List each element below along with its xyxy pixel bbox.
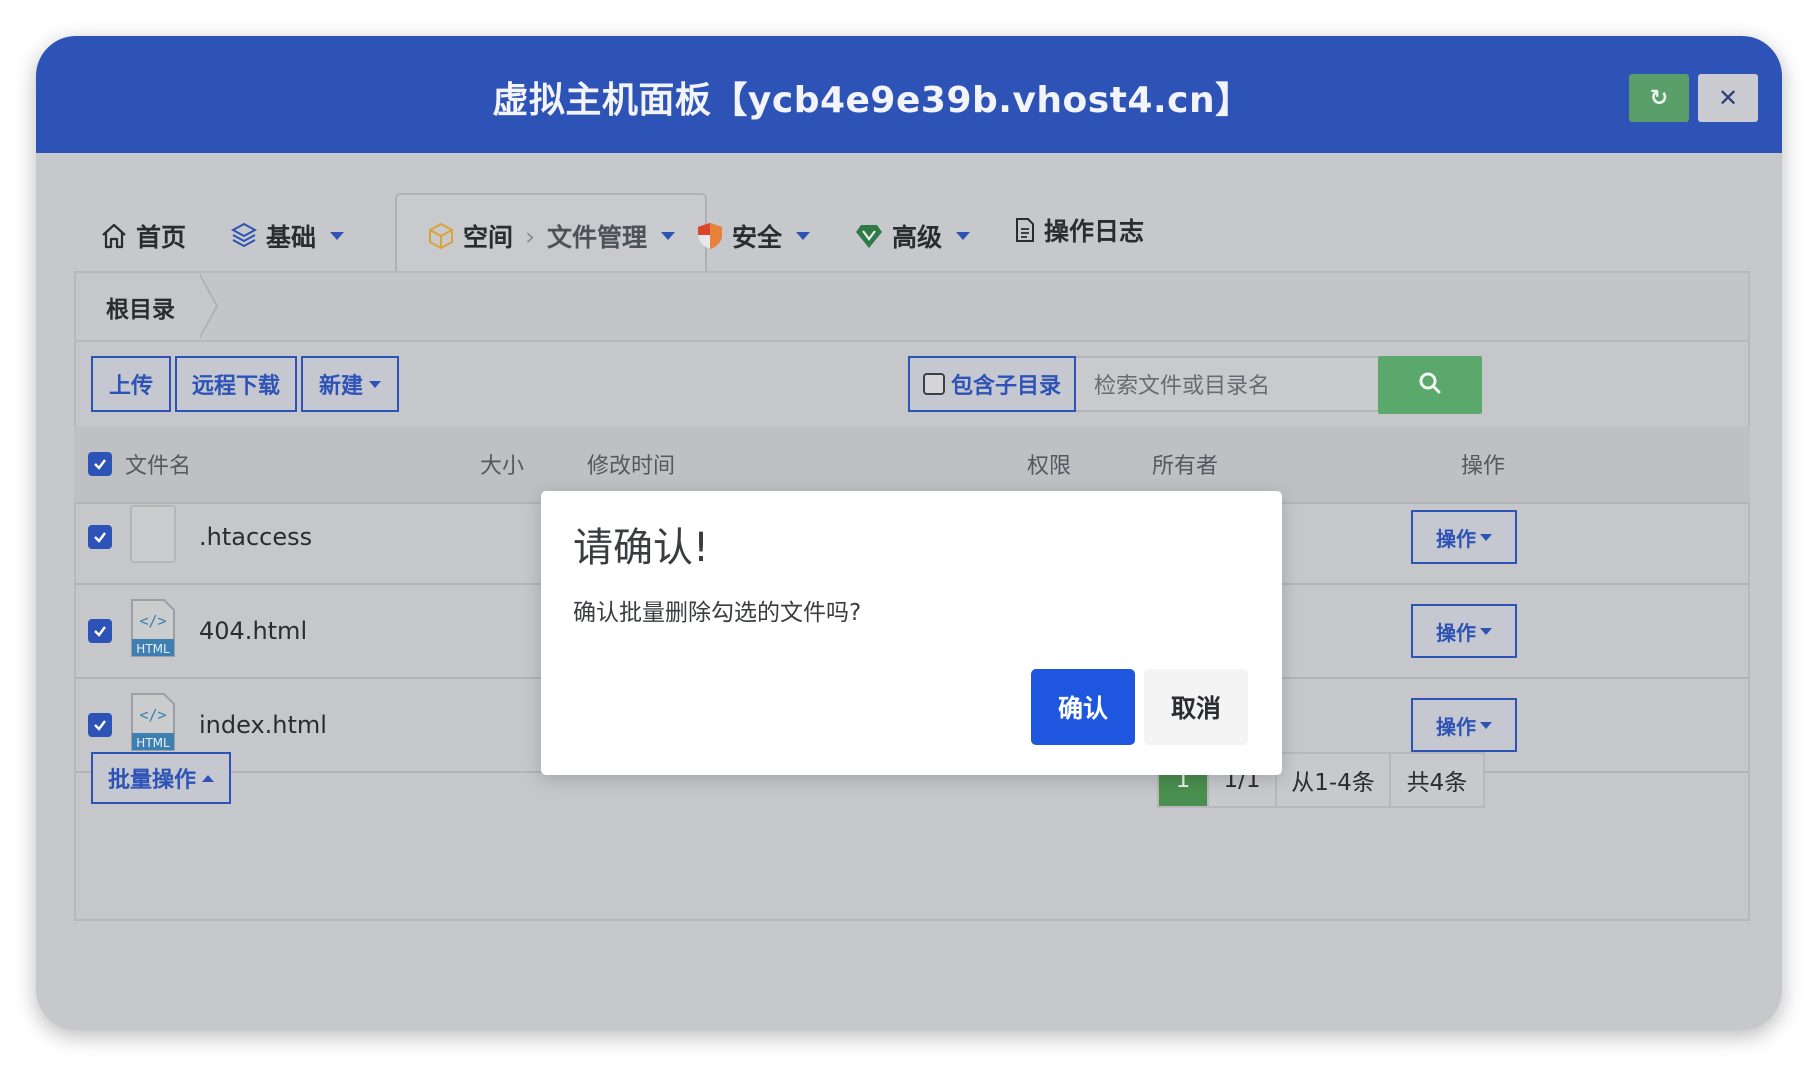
chevron-down-icon xyxy=(1480,627,1492,635)
search-input[interactable]: 检索文件或目录名 xyxy=(1076,356,1380,412)
dialog-message: 确认批量删除勾选的文件吗? xyxy=(573,600,862,626)
document-icon xyxy=(1014,217,1036,243)
file-name[interactable]: .htaccess xyxy=(199,491,312,583)
tab-advanced-label: 高级 xyxy=(892,223,943,252)
row-actions-label: 操作 xyxy=(1436,714,1476,739)
tab-basic-label: 基础 xyxy=(266,223,317,252)
chevron-down-icon xyxy=(661,232,676,240)
html-file-icon: </> HTML xyxy=(130,598,176,664)
html-badge: HTML xyxy=(136,642,170,656)
confirm-dialog: 请确认! 确认批量删除勾选的文件吗? 确认 取消 xyxy=(541,491,1282,775)
include-subdirs-checkbox[interactable] xyxy=(922,373,945,395)
chevron-down-icon xyxy=(1480,721,1492,729)
chevron-down-icon xyxy=(796,232,811,240)
diamond-icon xyxy=(854,222,884,250)
close-icon: ✕ xyxy=(1717,84,1739,112)
search-button[interactable] xyxy=(1378,356,1482,414)
breadcrumb-separator: › xyxy=(525,221,536,251)
row-actions-label: 操作 xyxy=(1436,620,1476,645)
tab-operation-log-label: 操作日志 xyxy=(1044,217,1145,246)
batch-operations-label: 批量操作 xyxy=(107,768,196,793)
row-actions-label: 操作 xyxy=(1436,526,1476,551)
include-subdirs-label: 包含子目录 xyxy=(950,374,1061,399)
tab-security-label: 安全 xyxy=(732,223,783,252)
tab-basic[interactable]: 基础 xyxy=(230,194,345,278)
file-name[interactable]: 404.html xyxy=(199,585,307,677)
html-code-glyph: </> xyxy=(139,706,166,724)
confirm-button[interactable]: 确认 xyxy=(1031,669,1135,745)
row-actions-button[interactable]: 操作 xyxy=(1411,604,1517,658)
html-badge: HTML xyxy=(136,736,170,750)
chevron-down-icon xyxy=(956,232,971,240)
refresh-button[interactable]: ↻ xyxy=(1629,74,1689,122)
new-button-label: 新建 xyxy=(318,374,363,399)
page-range: 从1-4条 xyxy=(1277,754,1391,806)
nav-tabs: 首页 基础 空间 › 文件管理 安全 高级 操作日志 xyxy=(74,193,1750,280)
row-checkbox[interactable] xyxy=(88,525,112,549)
breadcrumb-root[interactable]: 根目录 xyxy=(76,273,205,340)
row-checkbox[interactable] xyxy=(88,713,112,737)
chevron-up-icon xyxy=(202,774,214,782)
tab-home-label: 首页 xyxy=(136,223,187,252)
shield-icon xyxy=(696,221,724,251)
title-bar: 虚拟主机面板【ycb4e9e39b.vhost4.cn】 ↻ ✕ xyxy=(36,36,1782,153)
chevron-down-icon xyxy=(369,380,381,388)
row-actions-button[interactable]: 操作 xyxy=(1411,510,1517,564)
home-icon xyxy=(100,222,128,250)
tab-space-label: 空间 xyxy=(463,223,514,252)
tab-space-sublabel: 文件管理 xyxy=(547,223,648,252)
html-file-icon: </> HTML xyxy=(130,692,176,758)
app-window: 虚拟主机面板【ycb4e9e39b.vhost4.cn】 ↻ ✕ 首页 基础 空… xyxy=(36,36,1782,1030)
tab-operation-log[interactable]: 操作日志 xyxy=(1014,188,1144,272)
chevron-down-icon xyxy=(330,232,345,240)
tab-security[interactable]: 安全 xyxy=(696,194,811,278)
dialog-title: 请确认! xyxy=(573,525,710,571)
layers-icon xyxy=(230,221,258,251)
breadcrumb-arrow-inner xyxy=(198,273,216,339)
html-code-glyph: </> xyxy=(139,612,166,630)
refresh-icon: ↻ xyxy=(1649,85,1669,111)
upload-button[interactable]: 上传 xyxy=(91,356,171,412)
tab-advanced[interactable]: 高级 xyxy=(854,194,971,278)
file-icon xyxy=(130,505,176,569)
cube-icon xyxy=(427,221,455,251)
search-icon xyxy=(1418,371,1442,399)
breadcrumb: 根目录 xyxy=(76,273,1748,342)
cancel-button[interactable]: 取消 xyxy=(1144,669,1248,745)
close-button[interactable]: ✕ xyxy=(1698,74,1758,122)
include-subdirs-toggle[interactable]: 包含子目录 xyxy=(908,356,1076,412)
page-total: 共4条 xyxy=(1391,754,1483,806)
row-checkbox[interactable] xyxy=(88,619,112,643)
window-title: 虚拟主机面板【ycb4e9e39b.vhost4.cn】 xyxy=(492,80,1252,121)
row-actions-button[interactable]: 操作 xyxy=(1411,698,1517,752)
tab-space[interactable]: 空间 › 文件管理 xyxy=(395,193,708,279)
select-all-checkbox[interactable] xyxy=(88,452,112,476)
chevron-down-icon xyxy=(1480,533,1492,541)
batch-operations-button[interactable]: 批量操作 xyxy=(91,752,231,804)
new-button[interactable]: 新建 xyxy=(301,356,399,412)
remote-download-button[interactable]: 远程下载 xyxy=(175,356,297,412)
tab-home[interactable]: 首页 xyxy=(100,194,186,278)
